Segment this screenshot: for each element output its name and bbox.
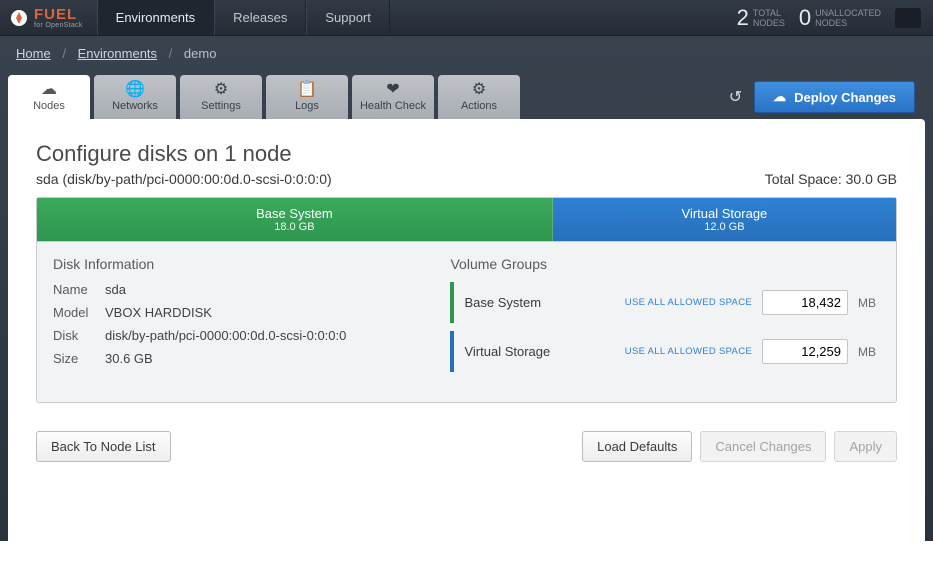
globe-icon: 🌐 <box>125 82 145 98</box>
volume-groups: Volume Groups Base System USE ALL ALLOWE… <box>450 256 880 380</box>
di-value-disk: disk/by-path/pci-0000:00:0d.0-scsi-0:0:0… <box>105 328 346 343</box>
cancel-changes-button[interactable]: Cancel Changes <box>700 431 826 462</box>
di-value-name: sda <box>105 282 126 297</box>
di-value-size: 30.6 GB <box>105 351 153 366</box>
page-title: Configure disks on 1 node <box>36 141 897 167</box>
stat-total-num: 2 <box>737 5 749 31</box>
topbar-right: 2 TOTALNODES 0 UNALLOCATEDNODES <box>737 0 933 35</box>
gear-icon: ⚙ <box>214 82 228 98</box>
segment-virtual-storage[interactable]: Virtual Storage 12.0 GB <box>553 198 896 241</box>
stat-unallocated-nodes: 0 UNALLOCATEDNODES <box>799 5 881 31</box>
footer-buttons: Back To Node List Load Defaults Cancel C… <box>36 431 897 462</box>
crumb-sep: / <box>62 46 66 61</box>
clipboard-icon: 📋 <box>297 82 317 98</box>
breadcrumb: Home / Environments / demo <box>0 36 933 71</box>
logo-text: FUEL for OpenStack <box>34 6 83 29</box>
vg-name: Base System <box>464 295 614 310</box>
use-all-space-link[interactable]: USE ALL ALLOWED SPACE <box>625 346 752 357</box>
disk-info-title: Disk Information <box>53 256 426 272</box>
segment-size: 18.0 GB <box>274 221 314 233</box>
vg-row-virtual-storage: Virtual Storage USE ALL ALLOWED SPACE MB <box>450 331 880 372</box>
tab-label: Networks <box>112 100 158 112</box>
page-subtitle-row: sda (disk/by-path/pci-0000:00:0d.0-scsi-… <box>36 171 897 187</box>
heart-icon: ❤ <box>386 82 399 98</box>
tab-networks[interactable]: 🌐 Networks <box>94 75 176 119</box>
tab-logs[interactable]: 📋 Logs <box>266 75 348 119</box>
stat-unalloc-num: 0 <box>799 5 811 31</box>
di-value-model: VBOX HARDDISK <box>105 305 212 320</box>
di-label: Disk <box>53 328 105 343</box>
load-defaults-button[interactable]: Load Defaults <box>582 431 692 462</box>
volume-groups-title: Volume Groups <box>450 256 880 272</box>
apply-button[interactable]: Apply <box>834 431 897 462</box>
di-label: Name <box>53 282 105 297</box>
segment-base-system[interactable]: Base System 18.0 GB <box>37 198 553 241</box>
crumb-environments[interactable]: Environments <box>78 46 157 61</box>
disk-card: Base System 18.0 GB Virtual Storage 12.0… <box>36 197 897 403</box>
tab-nodes[interactable]: ☁ Nodes <box>8 75 90 119</box>
tab-label: Settings <box>201 100 241 112</box>
cloud-icon: ☁ <box>41 82 57 98</box>
cloud-upload-icon: ☁ <box>773 89 786 105</box>
crumb-sep: / <box>169 46 173 61</box>
vg-size-input-base[interactable] <box>762 290 848 315</box>
disk-information: Disk Information Namesda ModelVBOX HARDD… <box>53 256 426 380</box>
device-path: sda (disk/by-path/pci-0000:00:0d.0-scsi-… <box>36 171 332 187</box>
tab-label: Logs <box>295 100 319 112</box>
vg-row-base-system: Base System USE ALL ALLOWED SPACE MB <box>450 282 880 323</box>
nav-support[interactable]: Support <box>306 0 390 35</box>
stat-unalloc-label: UNALLOCATEDNODES <box>815 8 881 28</box>
tab-settings[interactable]: ⚙ Settings <box>180 75 262 119</box>
use-all-space-link[interactable]: USE ALL ALLOWED SPACE <box>625 297 752 308</box>
topbar: FUEL for OpenStack Environments Releases… <box>0 0 933 36</box>
disk-allocation-bar: Base System 18.0 GB Virtual Storage 12.0… <box>37 198 896 242</box>
logo[interactable]: FUEL for OpenStack <box>0 0 97 35</box>
segment-size: 12.0 GB <box>704 221 744 233</box>
cogs-icon: ⚙ <box>472 82 486 98</box>
di-label: Size <box>53 351 105 366</box>
vg-unit: MB <box>858 296 876 310</box>
tab-label: Actions <box>461 100 497 112</box>
deploy-changes-button[interactable]: ☁ Deploy Changes <box>754 81 915 113</box>
vg-size-input-vs[interactable] <box>762 339 848 364</box>
main-panel: Configure disks on 1 node sda (disk/by-p… <box>8 119 925 571</box>
stat-total-label: TOTALNODES <box>753 8 785 28</box>
history-icon[interactable]: ↺ <box>729 87 742 107</box>
fuel-logo-icon <box>10 9 28 27</box>
notification-icon[interactable] <box>895 8 921 28</box>
nav-environments[interactable]: Environments <box>97 0 214 35</box>
nav-items: Environments Releases Support <box>97 0 390 35</box>
stat-total-nodes: 2 TOTALNODES <box>737 5 785 31</box>
tab-strip: ☁ Nodes 🌐 Networks ⚙ Settings 📋 Logs ❤ H… <box>0 75 933 119</box>
tab-actions[interactable]: ⚙ Actions <box>438 75 520 119</box>
tab-label: Nodes <box>33 100 65 112</box>
deploy-label: Deploy Changes <box>794 90 896 105</box>
di-label: Model <box>53 305 105 320</box>
total-space: Total Space: 30.0 GB <box>765 171 897 187</box>
vg-name: Virtual Storage <box>464 344 614 359</box>
segment-label: Virtual Storage <box>682 206 768 221</box>
crumb-current: demo <box>184 46 217 61</box>
back-to-node-list-button[interactable]: Back To Node List <box>36 431 171 462</box>
nav-releases[interactable]: Releases <box>214 0 306 35</box>
tab-health-check[interactable]: ❤ Health Check <box>352 75 434 119</box>
tab-label: Health Check <box>360 100 426 112</box>
crumb-home[interactable]: Home <box>16 46 51 61</box>
vg-unit: MB <box>858 345 876 359</box>
segment-label: Base System <box>256 206 333 221</box>
